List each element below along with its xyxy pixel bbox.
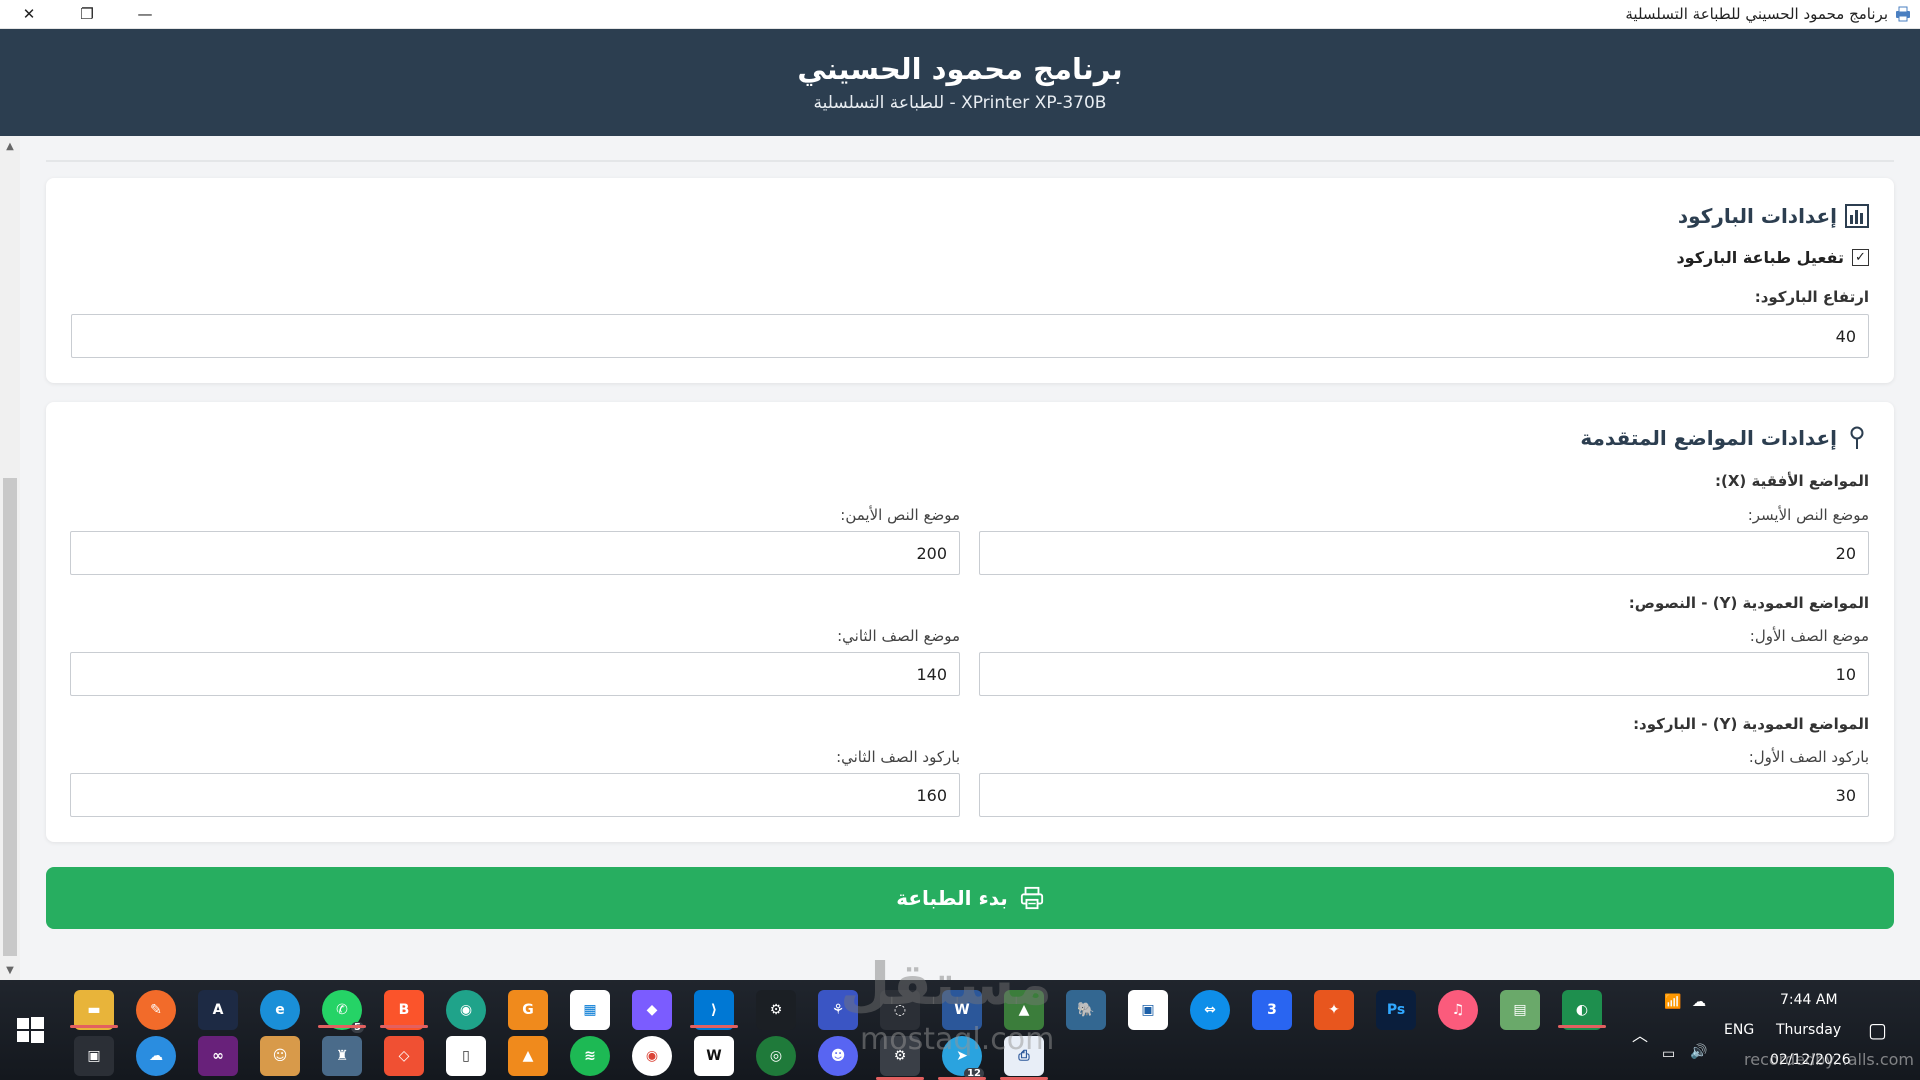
pen-app-icon[interactable]: ✎ xyxy=(136,990,176,1030)
second-row-position-input[interactable]: 140 xyxy=(70,652,960,696)
battery-icon[interactable]: ▭ xyxy=(1662,1046,1675,1062)
display-app-icon[interactable]: ▣ xyxy=(74,1036,114,1076)
media-app-icon[interactable]: ◎ xyxy=(756,1036,796,1076)
printer-icon xyxy=(1020,886,1044,910)
barcode-height-label: ارتفاع الباركود: xyxy=(1754,288,1869,306)
start-printing-button[interactable]: بدء الطباعة xyxy=(46,867,1894,929)
notes-app-icon[interactable]: ▤ xyxy=(1500,990,1540,1030)
enable-barcode-checkbox[interactable]: ✓ xyxy=(1852,249,1869,266)
window-title-area: برنامج محمود الحسيني للطباعة التسلسلية xyxy=(1625,5,1920,23)
barcode-height-input[interactable]: 40 xyxy=(71,314,1869,358)
avatar-app-icon[interactable]: ☺ xyxy=(260,1036,300,1076)
barcode-first-row-input[interactable]: 30 xyxy=(979,773,1869,817)
file-explorer-icon[interactable]: ▬ xyxy=(74,990,114,1030)
left-text-position-label: موضع النص الأيسر: xyxy=(1747,506,1869,524)
enable-barcode-label: تفعيل طباعة الباركود xyxy=(1676,248,1844,267)
git-app-icon[interactable]: ◇ xyxy=(384,1036,424,1076)
clock-day[interactable]: Thursday xyxy=(1776,1022,1841,1038)
onedrive-icon[interactable]: ☁ xyxy=(1692,994,1706,1010)
scrollbar-thumb[interactable] xyxy=(3,478,17,956)
advanced-positions-title-text: إعدادات المواضع المتقدمة xyxy=(1580,426,1837,450)
second-row-position-label: موضع الصف الثاني: xyxy=(837,627,960,645)
visual-studio-icon[interactable]: ∞ xyxy=(198,1036,238,1076)
scroll-down-arrow-icon[interactable]: ▼ xyxy=(0,960,20,980)
slides-app-icon[interactable]: G xyxy=(508,990,548,1030)
photoshop-icon[interactable]: Ps xyxy=(1376,990,1416,1030)
app-title: برنامج محمود الحسيني xyxy=(797,52,1123,86)
app-subtitle: للطباعة التسلسلية - XPrinter XP-370B xyxy=(813,93,1107,113)
vscode-icon[interactable]: ⟩ xyxy=(694,990,734,1030)
barcode-settings-title-text: إعدادات الباركود xyxy=(1677,204,1837,228)
barcode-settings-card: إعدادات الباركود ✓ تفعيل طباعة الباركود … xyxy=(46,178,1894,383)
barcode-settings-title: إعدادات الباركود xyxy=(1678,204,1869,228)
microsoft-store-icon[interactable]: ▦ xyxy=(570,990,610,1030)
pin-icon xyxy=(1845,426,1869,450)
vlc-icon[interactable]: ▲ xyxy=(508,1036,548,1076)
chrome-icon[interactable]: ◉ xyxy=(632,1036,672,1076)
window-controls: ✕ ❐ — xyxy=(0,0,174,29)
css-app-icon[interactable]: 3 xyxy=(1252,990,1292,1030)
advanced-positions-title: إعدادات المواضع المتقدمة xyxy=(1580,426,1869,450)
cloud-app-icon[interactable]: ☁ xyxy=(136,1036,176,1076)
vpn-app-icon[interactable]: ◉ xyxy=(446,990,486,1030)
horizontal-positions-heading: المواضع الأفقية (X): xyxy=(1714,472,1869,490)
start-printing-label: بدء الطباعة xyxy=(896,886,1008,910)
volume-icon[interactable]: 🔊 xyxy=(1690,1044,1707,1060)
show-hidden-icons-chevron-icon[interactable]: ︿ xyxy=(1632,1022,1648,1046)
barcode-first-row-label: باركود الصف الأول: xyxy=(1748,748,1869,766)
teamviewer-icon[interactable]: ⇔ xyxy=(1190,990,1230,1030)
scroll-up-arrow-icon[interactable]: ▲ xyxy=(0,136,20,156)
section-divider xyxy=(46,160,1894,162)
itunes-icon[interactable]: ♫ xyxy=(1438,990,1478,1030)
watermark-domain: mostaql.com xyxy=(860,1022,1055,1057)
vertical-scrollbar[interactable]: ▲ ▼ xyxy=(0,136,20,980)
first-row-position-input[interactable]: 10 xyxy=(979,652,1869,696)
right-text-position-label: موضع النص الأيمن: xyxy=(840,506,960,524)
wifi-icon[interactable]: 📶 xyxy=(1664,994,1681,1010)
whatsapp-icon[interactable]: ✆5 xyxy=(322,990,364,1033)
advanced-positions-card: إعدادات المواضع المتقدمة المواضع الأفقية… xyxy=(46,402,1894,842)
left-text-position-input[interactable]: 20 xyxy=(979,531,1869,575)
globe-app-icon[interactable]: ◐ xyxy=(1562,990,1602,1030)
enable-barcode-row[interactable]: ✓ تفعيل طباعة الباركود xyxy=(1676,248,1869,267)
language-indicator[interactable]: ENG xyxy=(1724,1022,1754,1038)
edge-browser-icon[interactable]: e xyxy=(260,990,300,1030)
maximize-button[interactable]: ❐ xyxy=(58,0,116,29)
copilot-icon[interactable]: ◆ xyxy=(632,990,672,1030)
window-title: برنامج محمود الحسيني للطباعة التسلسلية xyxy=(1625,5,1888,23)
printer-app-icon xyxy=(1896,6,1910,22)
running-indicator xyxy=(318,1025,366,1028)
clock-time[interactable]: 7:44 AM xyxy=(1780,992,1838,1008)
running-indicator xyxy=(1558,1025,1606,1028)
windows-start-icon[interactable] xyxy=(14,1014,46,1046)
app-header: برنامج محمود الحسيني للطباعة التسلسلية -… xyxy=(0,29,1920,136)
discord-icon[interactable]: ☻ xyxy=(818,1036,858,1076)
bar-chart-icon xyxy=(1845,204,1869,228)
notifications-icon[interactable]: ▢ xyxy=(1868,1018,1887,1042)
first-row-position-label: موضع الصف الأول: xyxy=(1749,627,1869,645)
compass-app-icon[interactable]: ✦ xyxy=(1314,990,1354,1030)
arch-app-icon[interactable]: A xyxy=(198,990,238,1030)
right-text-position-input[interactable]: 200 xyxy=(70,531,960,575)
barcode-second-row-label: باركود الصف الثاني: xyxy=(836,748,960,766)
watermark-brand: مستقل xyxy=(840,950,1053,1018)
window-app-icon[interactable]: ▣ xyxy=(1128,990,1168,1030)
wix-app-icon[interactable]: W xyxy=(694,1036,734,1076)
vertical-text-positions-heading: المواضع العمودية (Y) - النصوص: xyxy=(1628,594,1869,612)
running-indicator xyxy=(70,1025,118,1028)
spotify-icon[interactable]: ≋ xyxy=(570,1036,610,1076)
recorder-watermark: recordedby...alls.com xyxy=(1744,1050,1914,1069)
game-app-icon[interactable]: ♜ xyxy=(322,1036,362,1076)
postgres-icon[interactable]: 🐘 xyxy=(1066,990,1106,1030)
minimize-button[interactable]: — xyxy=(116,0,174,29)
vertical-barcode-positions-heading: المواضع العمودية (Y) - الباركود: xyxy=(1633,715,1869,733)
chatgpt-icon[interactable]: ⚙ xyxy=(756,990,796,1030)
document-app-icon[interactable]: ▯ xyxy=(446,1036,486,1076)
barcode-second-row-input[interactable]: 160 xyxy=(70,773,960,817)
brave-browser-icon[interactable]: B xyxy=(384,990,424,1030)
close-button[interactable]: ✕ xyxy=(0,0,58,29)
running-indicator xyxy=(380,1025,428,1028)
window-titlebar: ✕ ❐ — برنامج محمود الحسيني للطباعة التسل… xyxy=(0,0,1920,29)
running-indicator xyxy=(690,1025,738,1028)
